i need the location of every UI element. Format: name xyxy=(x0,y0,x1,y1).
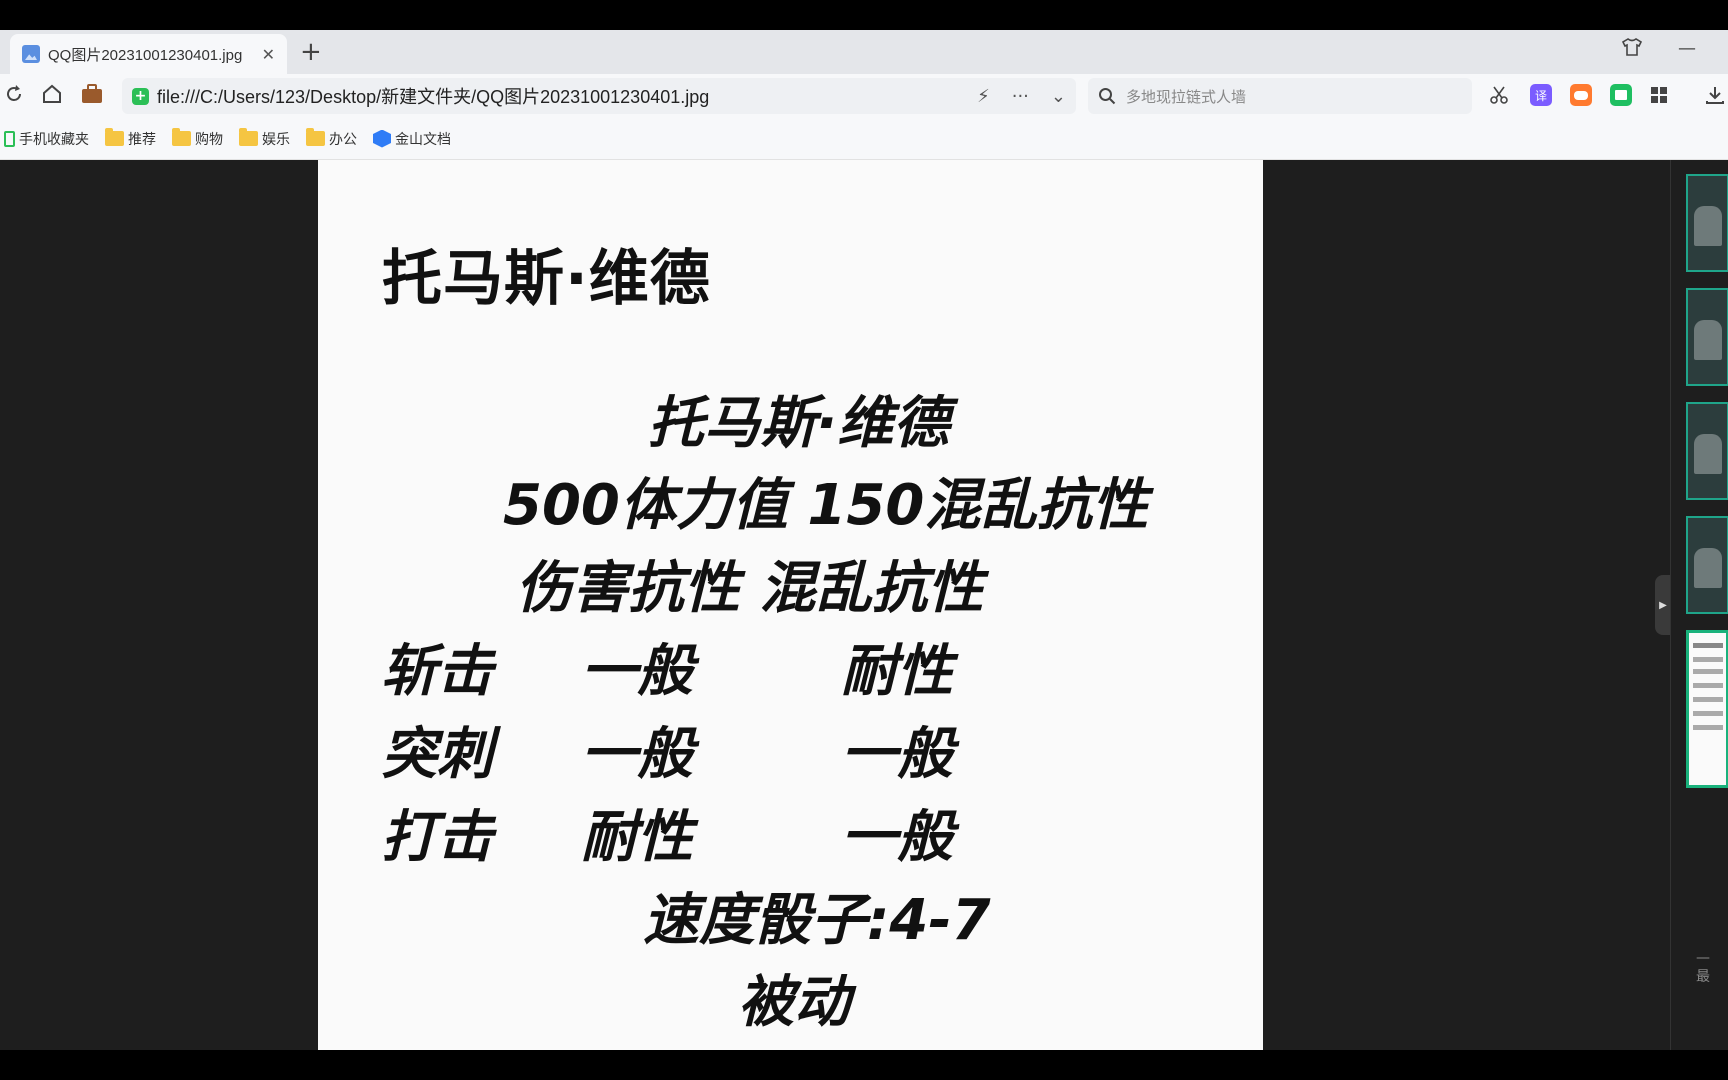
row-damage: 一般 xyxy=(581,639,693,704)
search-icon xyxy=(1099,88,1116,105)
scissors-icon[interactable] xyxy=(1488,84,1510,106)
shirt-icon[interactable] xyxy=(1621,38,1643,61)
tab-image[interactable]: QQ图片20231001230401.jpg ✕ xyxy=(10,34,287,74)
thumbnail[interactable] xyxy=(1686,288,1728,386)
thumbnail[interactable] xyxy=(1686,402,1728,500)
refresh-icon[interactable] xyxy=(2,82,26,106)
thumbnail[interactable] xyxy=(1686,174,1728,272)
collapse-thumbnails-handle[interactable]: ▶ xyxy=(1655,575,1671,635)
tab-title: QQ图片20231001230401.jpg xyxy=(48,46,243,64)
image-resist-header: 伤害抗性 混乱抗性 xyxy=(516,556,984,621)
bookmark-recommend[interactable]: 推荐 xyxy=(105,128,156,149)
kingsoft-docs-icon xyxy=(373,129,391,148)
phone-icon xyxy=(4,130,15,147)
folder-icon xyxy=(306,128,325,146)
bookmark-shopping[interactable]: 购物 xyxy=(172,128,223,149)
search-bar[interactable]: 多地现拉链式人墙 xyxy=(1088,78,1472,114)
close-icon[interactable]: ✕ xyxy=(262,45,275,64)
download-icon[interactable] xyxy=(1704,84,1726,106)
address-bar[interactable]: + file:///C:/Users/123/Desktop/新建文件夹/QQ图… xyxy=(122,78,1076,114)
thumbnail[interactable] xyxy=(1686,516,1728,614)
search-placeholder: 多地现拉链式人墙 xyxy=(1126,87,1247,106)
tab-strip: QQ图片20231001230401.jpg ✕ + — xyxy=(0,30,1728,74)
chevron-down-icon[interactable]: ⌄ xyxy=(1051,86,1066,107)
bookmark-kingsoft-docs[interactable]: 金山文档 xyxy=(373,129,451,149)
folder-icon xyxy=(172,128,191,146)
new-tab-button[interactable]: + xyxy=(300,38,322,66)
thumbnail-panel: — 最 xyxy=(1670,160,1728,1050)
image-viewer: 托马斯·维德 托马斯·维德 500体力值 150混乱抗性 伤害抗性 混乱抗性 斩… xyxy=(0,160,1728,1050)
image-name-line: 托马斯·维德 xyxy=(648,391,950,456)
book-icon[interactable] xyxy=(1610,84,1632,106)
gamepad-icon[interactable] xyxy=(1570,84,1592,106)
row-damage: 耐性 xyxy=(581,805,693,870)
bookmark-mobile-favorites[interactable]: 手机收藏夹 xyxy=(4,129,89,149)
bolt-icon[interactable]: ⚡ xyxy=(977,86,990,107)
top-black-bar xyxy=(0,0,1728,30)
row-confusion: 一般 xyxy=(841,722,953,787)
folder-icon xyxy=(105,128,124,146)
bookmark-entertainment[interactable]: 娱乐 xyxy=(239,128,290,149)
bookmarks-bar: 手机收藏夹 推荐 购物 娱乐 办公 金山文档 xyxy=(0,118,1728,160)
row-type: 斩击 xyxy=(381,639,493,704)
row-type: 突刺 xyxy=(381,722,493,787)
bookmark-office[interactable]: 办公 xyxy=(306,128,357,149)
image-passive-line: 被动 xyxy=(738,970,850,1035)
image-canvas[interactable]: 托马斯·维德 托马斯·维德 500体力值 150混乱抗性 伤害抗性 混乱抗性 斩… xyxy=(318,160,1263,1050)
home-icon[interactable] xyxy=(40,82,64,106)
image-heading: 托马斯·维德 xyxy=(382,244,711,314)
briefcase-icon[interactable] xyxy=(80,82,104,106)
image-speed-line: 速度骰子:4-7 xyxy=(643,888,991,953)
thumbnail-active[interactable] xyxy=(1686,630,1728,788)
bottom-black-bar xyxy=(0,1050,1728,1080)
translate-icon[interactable]: 译 xyxy=(1530,84,1552,106)
minimize-button[interactable]: — xyxy=(1678,38,1696,59)
row-type: 打击 xyxy=(381,805,493,870)
row-damage: 一般 xyxy=(581,722,693,787)
image-icon xyxy=(22,45,40,63)
row-confusion: 耐性 xyxy=(841,639,953,704)
image-stats-line: 500体力值 150混乱抗性 xyxy=(503,473,1149,538)
url-text[interactable]: file:///C:/Users/123/Desktop/新建文件夹/QQ图片2… xyxy=(157,83,709,109)
toolbar: + file:///C:/Users/123/Desktop/新建文件夹/QQ图… xyxy=(0,74,1728,118)
row-confusion: 一般 xyxy=(841,805,953,870)
thumbnail-footer: — 最 xyxy=(1696,950,1710,985)
secure-plus-icon: + xyxy=(132,87,149,105)
more-icon[interactable]: ··· xyxy=(1012,86,1029,107)
grid-apps-icon[interactable] xyxy=(1648,84,1670,106)
folder-icon xyxy=(239,128,258,146)
